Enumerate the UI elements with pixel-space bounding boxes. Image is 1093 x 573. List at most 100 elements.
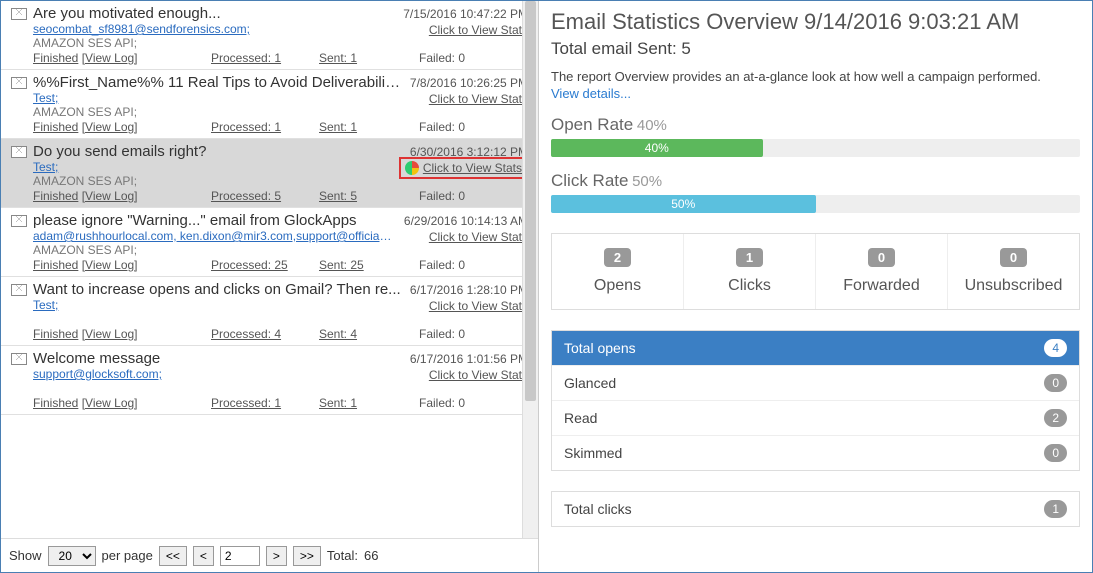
email-timestamp: 7/15/2016 10:47:22 PM <box>403 7 528 21</box>
pie-chart-icon <box>405 161 419 175</box>
finished-link[interactable]: Finished <box>33 396 78 410</box>
email-status-row: Finished [View Log] Processed: 4 Sent: 4… <box>33 327 528 341</box>
pager-show-label: Show <box>9 548 42 563</box>
page-size-select[interactable]: 20 <box>48 546 96 566</box>
email-status-row: Finished [View Log] Processed: 1 Sent: 1… <box>33 120 528 134</box>
metric-opens[interactable]: 2 Opens <box>552 234 683 309</box>
email-recipients[interactable]: Test; <box>33 91 393 105</box>
email-status-row: Finished [View Log] Processed: 1 Sent: 1… <box>33 396 528 410</box>
email-list-panel: Are you motivated enough... 7/15/2016 10… <box>1 1 539 572</box>
sent-link[interactable]: Sent: 1 <box>319 396 357 410</box>
failed-count: Failed: 0 <box>419 327 465 341</box>
stat-row-total-opens[interactable]: Total opens 4 <box>552 331 1079 365</box>
stat-row-skimmed[interactable]: Skimmed 0 <box>552 435 1079 470</box>
clicks-table: Total clicks 1 <box>551 491 1080 527</box>
scrollbar[interactable] <box>522 1 538 538</box>
view-log-link[interactable]: [View Log] <box>82 120 138 134</box>
email-timestamp: 7/8/2016 10:26:25 PM <box>410 76 528 90</box>
view-log-link[interactable]: [View Log] <box>82 396 138 410</box>
email-subject: Want to increase opens and clicks on Gma… <box>33 281 402 298</box>
processed-link[interactable]: Processed: 1 <box>211 120 281 134</box>
processed-link[interactable]: Processed: 25 <box>211 258 288 272</box>
pager-prev-button[interactable]: < <box>193 546 214 566</box>
finished-link[interactable]: Finished <box>33 258 78 272</box>
pager-total: 66 <box>364 548 378 563</box>
metric-forwarded[interactable]: 0 Forwarded <box>815 234 947 309</box>
email-subject: %%First_Name%% 11 Real Tips to Avoid Del… <box>33 74 402 91</box>
metric-unsubscribed[interactable]: 0 Unsubscribed <box>947 234 1079 309</box>
failed-count: Failed: 0 <box>419 258 465 272</box>
click-rate-pct: 50% <box>632 173 662 190</box>
email-subject: Do you send emails right? <box>33 143 402 160</box>
processed-link[interactable]: Processed: 1 <box>211 396 281 410</box>
email-item[interactable]: Welcome message 6/17/2016 1:01:56 PM sup… <box>1 346 538 415</box>
email-recipients[interactable]: support@glocksoft.com; <box>33 367 393 381</box>
email-item[interactable]: Do you send emails right? 6/30/2016 3:12… <box>1 139 538 208</box>
view-stats-link[interactable]: Click to View Stats <box>429 23 528 37</box>
open-rate-pct: 40% <box>637 117 667 134</box>
email-subject: Welcome message <box>33 350 402 367</box>
envelope-icon <box>11 77 27 89</box>
metrics-row: 2 Opens 1 Clicks 0 Forwarded 0 Unsubscri… <box>551 233 1080 310</box>
failed-count: Failed: 0 <box>419 189 465 203</box>
view-details-link[interactable]: View details... <box>551 86 1080 101</box>
email-api: AMAZON SES API; <box>33 243 528 258</box>
stat-row-total-clicks[interactable]: Total clicks 1 <box>552 492 1079 526</box>
email-item[interactable]: Want to increase opens and clicks on Gma… <box>1 277 538 346</box>
view-stats-link[interactable]: Click to View Stats <box>429 368 528 382</box>
view-log-link[interactable]: [View Log] <box>82 189 138 203</box>
sent-link[interactable]: Sent: 4 <box>319 327 357 341</box>
email-recipients[interactable]: Test; <box>33 160 393 174</box>
open-rate-fill: 40% <box>551 139 763 157</box>
metric-clicks[interactable]: 1 Clicks <box>683 234 815 309</box>
pager-first-button[interactable]: << <box>159 546 187 566</box>
sent-link[interactable]: Sent: 25 <box>319 258 364 272</box>
email-status-row: Finished [View Log] Processed: 1 Sent: 1… <box>33 51 528 65</box>
view-stats-link[interactable]: Click to View Stats <box>399 157 528 179</box>
view-log-link[interactable]: [View Log] <box>82 327 138 341</box>
open-rate-bar: 40% <box>551 139 1080 157</box>
email-status-row: Finished [View Log] Processed: 5 Sent: 5… <box>33 189 528 203</box>
email-timestamp: 6/17/2016 1:01:56 PM <box>410 352 528 366</box>
sent-link[interactable]: Sent: 1 <box>319 120 357 134</box>
email-timestamp: 6/29/2016 10:14:13 AM <box>404 214 528 228</box>
email-item[interactable]: Are you motivated enough... 7/15/2016 10… <box>1 1 538 70</box>
email-item[interactable]: please ignore "Warning..." email from Gl… <box>1 208 538 277</box>
finished-link[interactable]: Finished <box>33 189 78 203</box>
pager-last-button[interactable]: >> <box>293 546 321 566</box>
email-recipients[interactable]: Test; <box>33 298 393 312</box>
email-subject: Are you motivated enough... <box>33 5 395 22</box>
processed-link[interactable]: Processed: 4 <box>211 327 281 341</box>
stat-row-read[interactable]: Read 2 <box>552 400 1079 435</box>
finished-link[interactable]: Finished <box>33 327 78 341</box>
email-recipients[interactable]: adam@rushhourlocal.com, ken.dixon@mir3.c… <box>33 229 393 243</box>
email-list: Are you motivated enough... 7/15/2016 10… <box>1 1 538 538</box>
sent-link[interactable]: Sent: 1 <box>319 51 357 65</box>
view-log-link[interactable]: [View Log] <box>82 51 138 65</box>
processed-link[interactable]: Processed: 1 <box>211 51 281 65</box>
view-log-link[interactable]: [View Log] <box>82 258 138 272</box>
finished-link[interactable]: Finished <box>33 120 78 134</box>
pager-next-button[interactable]: > <box>266 546 287 566</box>
click-rate-label: Click Rate <box>551 171 628 190</box>
view-stats-link[interactable]: Click to View Stats <box>429 230 528 244</box>
finished-link[interactable]: Finished <box>33 51 78 65</box>
pager-total-label: Total: <box>327 548 358 563</box>
stats-panel: Email Statistics Overview 9/14/2016 9:03… <box>539 1 1092 572</box>
email-status-row: Finished [View Log] Processed: 25 Sent: … <box>33 258 528 272</box>
email-item[interactable]: %%First_Name%% 11 Real Tips to Avoid Del… <box>1 70 538 139</box>
processed-link[interactable]: Processed: 5 <box>211 189 281 203</box>
click-rate-fill: 50% <box>551 195 816 213</box>
view-stats-link[interactable]: Click to View Stats <box>429 299 528 313</box>
email-api: AMAZON SES API; <box>33 105 528 120</box>
email-recipients[interactable]: seocombat_sf8981@sendforensics.com; <box>33 22 393 36</box>
scrollbar-thumb[interactable] <box>525 1 536 401</box>
pager-page-input[interactable] <box>220 546 260 566</box>
failed-count: Failed: 0 <box>419 51 465 65</box>
view-stats-link[interactable]: Click to View Stats <box>429 92 528 106</box>
stat-row-glanced[interactable]: Glanced 0 <box>552 365 1079 400</box>
sent-link[interactable]: Sent: 5 <box>319 189 357 203</box>
envelope-icon <box>11 353 27 365</box>
failed-count: Failed: 0 <box>419 120 465 134</box>
opens-table: Total opens 4 Glanced 0 Read 2 Skimmed 0 <box>551 330 1080 471</box>
